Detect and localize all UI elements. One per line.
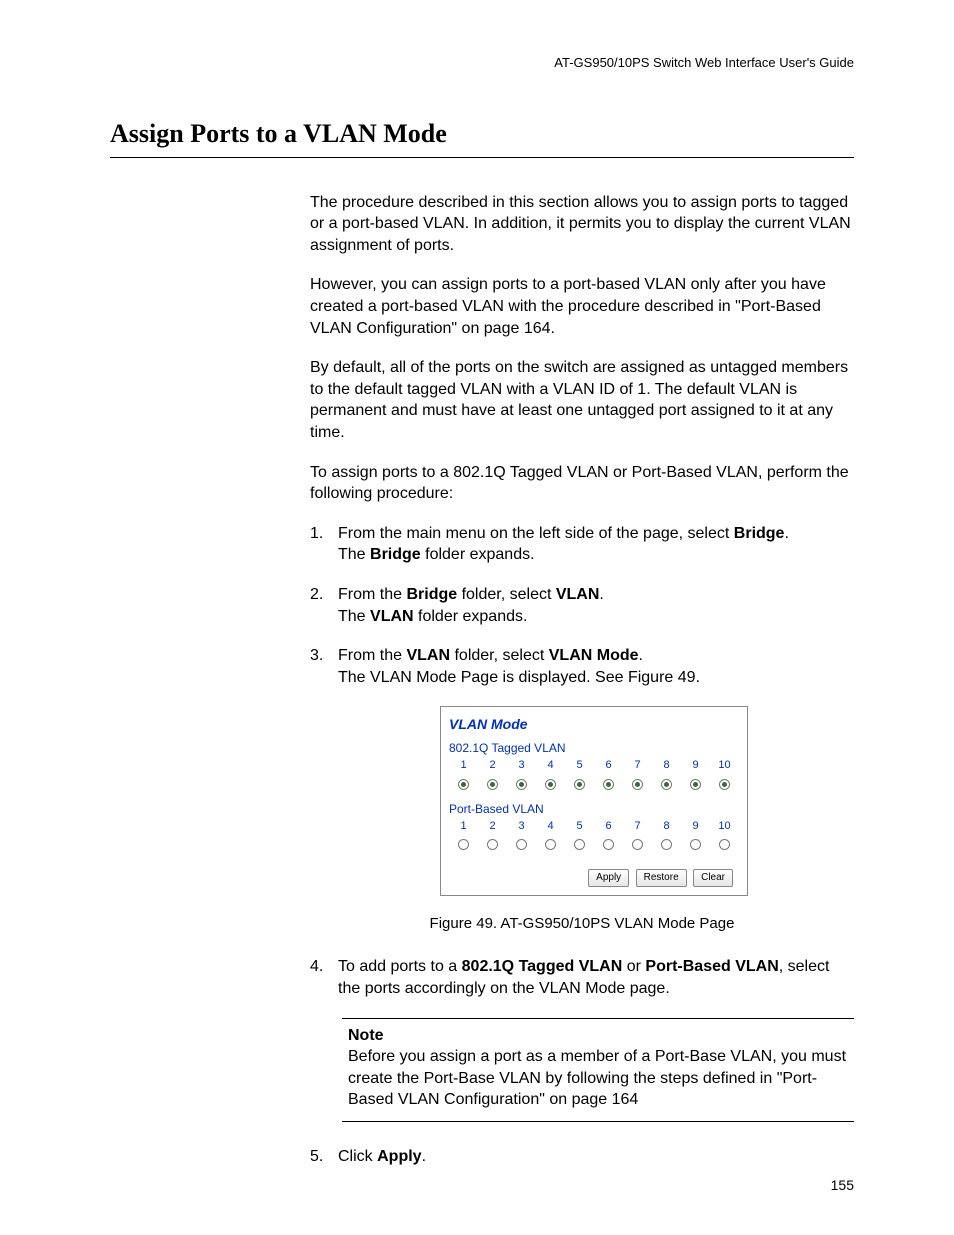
clear-button[interactable]: Clear bbox=[693, 869, 733, 887]
portbased-radio-4[interactable] bbox=[545, 839, 556, 850]
step-3-bold-vlanmode: VLAN Mode bbox=[549, 647, 639, 664]
header-guide-title: AT-GS950/10PS Switch Web Interface User'… bbox=[110, 54, 854, 72]
note-heading: Note bbox=[348, 1025, 848, 1047]
step-2-line2-bold: VLAN bbox=[370, 608, 414, 625]
tagged-radio-8[interactable] bbox=[661, 779, 672, 790]
port-header: 9 bbox=[681, 819, 710, 834]
tagged-radio-10[interactable] bbox=[719, 779, 730, 790]
port-header: 3 bbox=[507, 819, 536, 834]
section-heading: Assign Ports to a VLAN Mode bbox=[110, 116, 854, 158]
port-header: 6 bbox=[594, 758, 623, 773]
tagged-radio-1[interactable] bbox=[458, 779, 469, 790]
portbased-port-header-row: 1 2 3 4 5 6 7 8 9 10 bbox=[449, 819, 739, 834]
tagged-radio-9[interactable] bbox=[690, 779, 701, 790]
step-3-text-d: . bbox=[639, 647, 643, 664]
step-4-text-a: To add ports to a bbox=[338, 958, 462, 975]
step-1-line2-c: folder expands. bbox=[421, 546, 535, 563]
page-number: 155 bbox=[831, 1176, 854, 1195]
port-header: 8 bbox=[652, 758, 681, 773]
tagged-radio-row bbox=[449, 773, 739, 795]
port-header: 9 bbox=[681, 758, 710, 773]
step-1-line2-bold: Bridge bbox=[370, 546, 421, 563]
step-5: 5. Click Apply. bbox=[310, 1146, 854, 1168]
step-4-bold-portbased: Port-Based VLAN bbox=[645, 958, 778, 975]
step-4-bold-tagged: 802.1Q Tagged VLAN bbox=[462, 958, 623, 975]
port-header: 2 bbox=[478, 819, 507, 834]
port-header: 1 bbox=[449, 758, 478, 773]
intro-para-4: To assign ports to a 802.1Q Tagged VLAN … bbox=[310, 462, 854, 505]
step-2-number: 2. bbox=[310, 584, 323, 606]
step-2-bold-bridge: Bridge bbox=[406, 586, 457, 603]
step-1-bold-bridge: Bridge bbox=[734, 525, 785, 542]
step-1-number: 1. bbox=[310, 523, 323, 545]
portbased-radio-7[interactable] bbox=[632, 839, 643, 850]
step-2-text-d: . bbox=[599, 586, 603, 603]
portbased-radio-5[interactable] bbox=[574, 839, 585, 850]
step-1-text-c: . bbox=[784, 525, 788, 542]
portbased-radio-8[interactable] bbox=[661, 839, 672, 850]
restore-button[interactable]: Restore bbox=[636, 869, 687, 887]
tagged-radio-4[interactable] bbox=[545, 779, 556, 790]
portbased-radio-1[interactable] bbox=[458, 839, 469, 850]
port-header: 6 bbox=[594, 819, 623, 834]
tagged-radio-7[interactable] bbox=[632, 779, 643, 790]
tagged-port-header-row: 1 2 3 4 5 6 7 8 9 10 bbox=[449, 758, 739, 773]
note-block: Note Before you assign a port as a membe… bbox=[342, 1018, 854, 1122]
note-body: Before you assign a port as a member of … bbox=[348, 1046, 848, 1111]
portbased-radio-9[interactable] bbox=[690, 839, 701, 850]
tagged-radio-3[interactable] bbox=[516, 779, 527, 790]
intro-para-1: The procedure described in this section … bbox=[310, 192, 854, 257]
port-header: 7 bbox=[623, 758, 652, 773]
step-3-line2: The VLAN Mode Page is displayed. See Fig… bbox=[338, 669, 700, 686]
step-4-text-c: or bbox=[622, 958, 645, 975]
intro-para-2: However, you can assign ports to a port-… bbox=[310, 274, 854, 339]
step-2: 2. From the Bridge folder, select VLAN. … bbox=[310, 584, 854, 627]
portbased-radio-6[interactable] bbox=[603, 839, 614, 850]
step-1-text-a: From the main menu on the left side of t… bbox=[338, 525, 734, 542]
step-1: 1. From the main menu on the left side o… bbox=[310, 523, 854, 566]
portbased-radio-10[interactable] bbox=[719, 839, 730, 850]
vlan-mode-figure: VLAN Mode 802.1Q Tagged VLAN 1 2 3 4 5 6… bbox=[440, 706, 748, 896]
tagged-radio-6[interactable] bbox=[603, 779, 614, 790]
port-header: 1 bbox=[449, 819, 478, 834]
port-header: 3 bbox=[507, 758, 536, 773]
step-1-line2-a: The bbox=[338, 546, 370, 563]
apply-button[interactable]: Apply bbox=[588, 869, 629, 887]
step-4-number: 4. bbox=[310, 956, 323, 978]
step-3-bold-vlan: VLAN bbox=[406, 647, 450, 664]
step-2-bold-vlan: VLAN bbox=[556, 586, 600, 603]
step-4: 4. To add ports to a 802.1Q Tagged VLAN … bbox=[310, 956, 854, 999]
step-2-text-a: From the bbox=[338, 586, 406, 603]
port-header: 2 bbox=[478, 758, 507, 773]
tagged-radio-2[interactable] bbox=[487, 779, 498, 790]
step-2-line2-a: The bbox=[338, 608, 370, 625]
step-3-number: 3. bbox=[310, 645, 323, 667]
step-3-text-c: folder, select bbox=[450, 647, 549, 664]
port-header: 10 bbox=[710, 758, 739, 773]
port-header: 8 bbox=[652, 819, 681, 834]
port-header: 4 bbox=[536, 819, 565, 834]
portbased-radio-2[interactable] bbox=[487, 839, 498, 850]
step-5-text-a: Click bbox=[338, 1148, 377, 1165]
tagged-radio-5[interactable] bbox=[574, 779, 585, 790]
port-header: 4 bbox=[536, 758, 565, 773]
intro-para-3: By default, all of the ports on the swit… bbox=[310, 357, 854, 443]
port-header: 5 bbox=[565, 819, 594, 834]
portbased-radio-row bbox=[449, 834, 739, 856]
figure-title: VLAN Mode bbox=[449, 715, 739, 734]
step-2-text-c: folder, select bbox=[457, 586, 556, 603]
step-5-number: 5. bbox=[310, 1146, 323, 1168]
port-header: 5 bbox=[565, 758, 594, 773]
step-2-line2-c: folder expands. bbox=[414, 608, 528, 625]
step-3-text-a: From the bbox=[338, 647, 406, 664]
portbased-vlan-label: Port-Based VLAN bbox=[449, 801, 739, 817]
step-5-text-c: . bbox=[422, 1148, 426, 1165]
step-3: 3. From the VLAN folder, select VLAN Mod… bbox=[310, 645, 854, 688]
figure-caption: Figure 49. AT-GS950/10PS VLAN Mode Page bbox=[310, 914, 854, 934]
tagged-vlan-label: 802.1Q Tagged VLAN bbox=[449, 740, 739, 756]
port-header: 7 bbox=[623, 819, 652, 834]
step-5-bold-apply: Apply bbox=[377, 1148, 421, 1165]
port-header: 10 bbox=[710, 819, 739, 834]
portbased-radio-3[interactable] bbox=[516, 839, 527, 850]
